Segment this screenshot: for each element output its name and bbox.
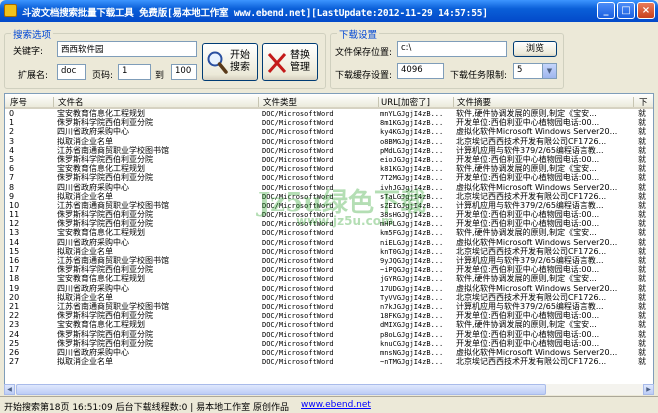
table-cell: 就 [638,357,646,367]
start-search-line2: 搜索 [230,62,250,73]
search-options-legend: 搜索选项 [11,27,54,41]
column-header-url[interactable]: URL[加密了] [381,96,430,108]
start-search-button[interactable]: 开始 搜索 [202,43,258,81]
table-header: 序号 文件名 文件类型 URL[加密了] 文件摘要 下 [5,94,653,109]
browse-button[interactable]: 浏览 [513,41,557,57]
scroll-right-icon[interactable]: ▶ [643,384,654,395]
table-cell: 拟取消企业名单 [57,357,113,367]
cache-label: 下载缓存设置: [335,71,393,81]
page-to-input[interactable]: 100 [171,64,197,80]
table-row[interactable]: 27 拟取消企业名单 DOC/MicrosoftWord ~nTMGJgjI4zB..… [5,357,653,367]
maximize-button[interactable]: □ [617,2,635,19]
results-table[interactable]: 序号 文件名 文件类型 URL[加密了] 文件摘要 下 0 宝安教育信息化工程规划… [4,93,654,395]
download-settings-legend: 下载设置 [337,27,380,41]
extension-label: 扩展名: [18,71,49,81]
keyword-input[interactable]: 西西软件园 [57,41,197,57]
table-cell: ~nTMGJgjI4zB... [380,358,444,367]
scroll-thumb[interactable] [16,384,546,395]
column-header-download[interactable]: 下 [639,96,648,108]
table-cell: 北京埃记西西技术开发有限公司CF1726... [456,357,607,367]
chevron-down-icon[interactable]: ▼ [542,64,556,78]
close-button[interactable]: × [637,2,655,19]
keyword-label: 关键字: [13,47,44,57]
status-text: 开始搜索第18页 16:51:09 后台下载线程数:0 | 易本地工作室 原创作… [4,403,289,413]
table-cell: DOC/MicrosoftWord [262,358,334,367]
page-label: 页码: [92,71,114,81]
extension-input[interactable]: doc [57,64,86,80]
start-search-line1: 开始 [230,50,250,61]
save-path-label: 文件保存位置: [335,48,393,58]
save-path-input[interactable]: c:\ [397,41,507,57]
app-icon [4,4,17,17]
scroll-left-icon[interactable]: ◀ [4,384,15,395]
website-link[interactable]: www.ebend.net [301,400,371,410]
replace-manage-line2: 管理 [290,62,310,73]
magnifier-icon [207,51,228,74]
task-limit-value: 5 [517,65,523,75]
column-header-index[interactable]: 序号 [10,96,27,108]
column-header-summary[interactable]: 文件摘要 [457,96,491,108]
table-cell: 27 [9,357,20,367]
window-title: 斗波文档搜索批量下载工具 免费版[易本地工作室 www.ebend.net][L… [22,8,488,19]
horizontal-scrollbar[interactable]: ◀ ▶ [4,384,654,395]
page-from-input[interactable]: 1 [118,64,151,80]
status-bar: 开始搜索第18页 16:51:09 后台下载线程数:0 | 易本地工作室 原创作… [0,396,658,413]
replace-manage-button[interactable]: 替换 管理 [262,43,318,81]
column-header-filename[interactable]: 文件名 [58,96,84,108]
column-header-filetype[interactable]: 文件类型 [263,96,297,108]
page-to-label: 到 [155,71,165,81]
minimize-button[interactable]: _ [597,2,615,19]
table-body: 0 宝安教育信息化工程规划 DOC/MicrosoftWord mnYLGJgjI4z… [5,109,653,367]
red-cross-icon [267,53,287,73]
replace-manage-line1: 替换 [290,50,310,61]
task-limit-label: 下载任务限制: [450,71,508,81]
title-bar[interactable]: 斗波文档搜索批量下载工具 免费版[易本地工作室 www.ebend.net][L… [0,0,658,22]
watermark-url: www.jz5u.com [296,214,394,228]
cache-input[interactable]: 4096 [397,63,444,79]
task-limit-select[interactable]: 5 ▼ [513,63,557,79]
